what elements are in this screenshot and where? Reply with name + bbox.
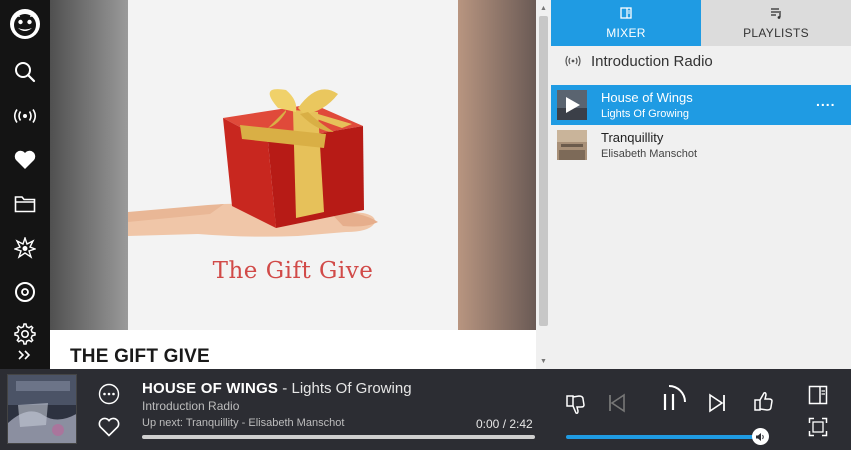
search-icon[interactable] bbox=[0, 52, 50, 92]
queue-panel-icon[interactable] bbox=[806, 383, 830, 407]
track-row-2[interactable]: Tranquillity Elisabeth Manschot bbox=[551, 125, 851, 165]
thumbs-up-icon[interactable] bbox=[751, 389, 775, 415]
title-separator: - bbox=[278, 380, 292, 397]
folder-icon[interactable] bbox=[0, 184, 50, 224]
playlist-icon bbox=[701, 7, 851, 19]
tab-playlists-label: PLAYLISTS bbox=[743, 26, 809, 40]
radio-icon bbox=[565, 54, 581, 72]
right-panel: MIXER PLAYLISTS Introduction Radio House… bbox=[551, 0, 851, 369]
sidebar-nav bbox=[0, 0, 50, 369]
more-options-icon[interactable] bbox=[97, 382, 121, 406]
hero-tint-right bbox=[458, 0, 536, 369]
expand-chevrons-icon[interactable] bbox=[0, 342, 50, 368]
album-title: THE GIFT GIVE bbox=[70, 346, 210, 367]
up-next-label: Up next: Tranquillity - Elisabeth Mansch… bbox=[142, 417, 345, 429]
more-options-icon[interactable]: .... bbox=[816, 93, 836, 109]
radio-icon[interactable] bbox=[0, 96, 50, 136]
song-artist: Lights Of Growing bbox=[291, 380, 412, 397]
scroll-up-arrow-icon[interactable]: ▲ bbox=[536, 2, 551, 16]
track-row-1[interactable]: House of Wings Lights Of Growing .... bbox=[551, 85, 851, 125]
album-cover: The Gift Give bbox=[128, 0, 458, 330]
panel-tabs: MIXER PLAYLISTS bbox=[551, 0, 851, 46]
now-playing-artwork[interactable] bbox=[7, 374, 77, 444]
vinyl-icon[interactable] bbox=[0, 272, 50, 312]
fullscreen-icon[interactable] bbox=[806, 415, 830, 439]
favorite-heart-icon[interactable] bbox=[97, 415, 121, 439]
progress-bar[interactable] bbox=[142, 435, 535, 439]
track-thumbnail bbox=[557, 90, 587, 120]
tab-playlists[interactable]: PLAYLISTS bbox=[701, 0, 851, 46]
track-artist: Lights Of Growing bbox=[601, 108, 690, 120]
next-track-icon[interactable] bbox=[705, 391, 729, 415]
track-title: House of Wings bbox=[601, 90, 693, 105]
station-name: Introduction Radio bbox=[591, 53, 713, 70]
now-playing-station: Introduction Radio bbox=[142, 399, 240, 413]
main-scrollbar[interactable]: ▲ ▼ bbox=[536, 0, 551, 369]
now-playing-title: HOUSE OF WINGS - Lights Of Growing bbox=[142, 380, 412, 397]
previous-track-icon[interactable] bbox=[605, 391, 629, 415]
star-burst-icon[interactable] bbox=[0, 228, 50, 268]
hero-backdrop: The Gift Give bbox=[50, 0, 536, 369]
scroll-thumb[interactable] bbox=[539, 16, 548, 326]
pause-button[interactable] bbox=[650, 383, 688, 421]
thumbs-down-icon[interactable] bbox=[563, 391, 587, 417]
track-artist: Elisabeth Manschot bbox=[601, 148, 697, 160]
napster-logo-icon[interactable] bbox=[0, 4, 50, 44]
tab-mixer-label: MIXER bbox=[606, 26, 646, 40]
hero-tint-left bbox=[50, 0, 128, 330]
volume-knob-icon[interactable] bbox=[752, 428, 769, 445]
playback-time: 0:00 / 2:42 bbox=[476, 417, 533, 431]
main-content: The Gift Give THE GIFT GIVE bbox=[50, 0, 536, 369]
app-window: The Gift Give THE GIFT GIVE ▲ ▼ MIXER PL… bbox=[0, 0, 851, 450]
track-title: Tranquillity bbox=[601, 130, 664, 145]
heart-icon[interactable] bbox=[0, 140, 50, 180]
volume-slider[interactable] bbox=[566, 435, 759, 439]
track-thumbnail bbox=[557, 130, 587, 160]
cover-text: The Gift Give bbox=[212, 258, 374, 284]
mixer-icon bbox=[551, 7, 701, 19]
player-bar: HOUSE OF WINGS - Lights Of Growing Intro… bbox=[0, 369, 851, 450]
tab-mixer[interactable]: MIXER bbox=[551, 0, 701, 46]
station-header: Introduction Radio bbox=[551, 46, 851, 84]
scroll-down-arrow-icon[interactable]: ▼ bbox=[536, 355, 551, 369]
song-title: HOUSE OF WINGS bbox=[142, 380, 279, 397]
